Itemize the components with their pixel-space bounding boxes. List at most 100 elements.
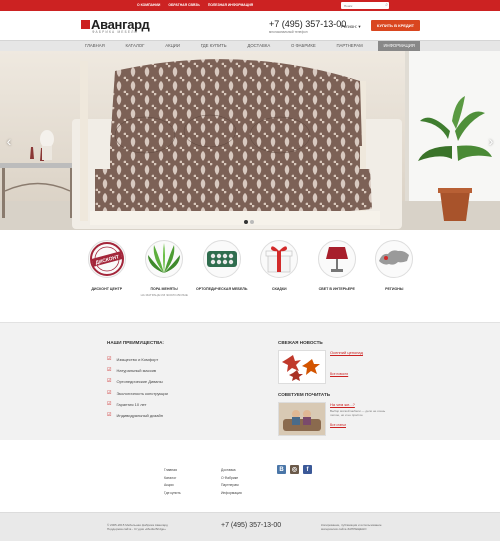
checkbox-icon: ☑ (107, 356, 112, 362)
hero-image (0, 51, 500, 230)
vk-icon[interactable]: В (277, 465, 286, 474)
search-box: ⌕ (341, 2, 389, 9)
nav-item[interactable]: АКЦИИ (160, 41, 185, 51)
search-icon[interactable]: ⌕ (385, 2, 388, 9)
category-label: ДИСКОНТ ЦЕНТР (91, 287, 123, 291)
footer-link[interactable]: Информация (221, 490, 242, 498)
footer-link[interactable]: О Фабрике (221, 475, 242, 483)
all-news-link[interactable]: Все новости (330, 372, 363, 376)
discount-stamp-icon: ДИСКОНТ (87, 240, 126, 278)
slider-dot[interactable] (244, 220, 248, 224)
nav-item[interactable]: ПАРТНЕРАМ (331, 41, 367, 51)
footer-link[interactable]: Доставка (221, 467, 242, 475)
footer-link[interactable]: Каталог (164, 475, 181, 483)
social-links: В ◎ f (277, 465, 312, 474)
category-discounts[interactable]: СКИДКИ (251, 240, 309, 312)
copy-notice-line-2: материалов сайта ЗАПРЕЩЕНО (321, 527, 367, 531)
footer-link[interactable]: Главная (164, 467, 181, 475)
mattress-coil-icon (202, 240, 241, 278)
category-label: ОРТОПЕДИЧЕСКАЯ МЕБЕЛЬ (195, 287, 248, 291)
lamp-icon (317, 240, 356, 278)
region-label: Регион: (341, 24, 358, 29)
footer-link[interactable]: Акции (164, 482, 181, 490)
nav-item[interactable]: ИНФОРМАЦИЯ (378, 41, 420, 51)
category-lighting[interactable]: СВЕТ В ИНТЕРЬЕРЕ (308, 240, 366, 312)
checkbox-icon: ☑ (107, 400, 112, 407)
nav-item[interactable]: О ФАБРИКЕ (286, 41, 321, 51)
slider-prev-button[interactable]: ‹ (4, 133, 14, 149)
advantages-title: НАШИ ПРЕИМУЩЕСТВА: (107, 340, 164, 345)
category-discount[interactable]: ДИСКОНТ ДИСКОНТ ЦЕНТР (78, 240, 136, 312)
advantages-block: НАШИ ПРЕИМУЩЕСТВА: ☑ Изящество и Комфорт ☑… (107, 340, 168, 424)
slider-dots (244, 220, 254, 224)
news-block: СВЕЖАЯ НОВОСТЬ Осенний ценопад Все новос… (278, 340, 398, 436)
info-section (0, 322, 500, 440)
footer-col-2: Доставка О Фабрике Партнерам Информация (221, 467, 242, 497)
all-articles-link[interactable]: Все статьи (330, 423, 396, 427)
region-selector[interactable]: Регион: ▾ (341, 24, 361, 30)
slider-dot[interactable] (250, 220, 254, 224)
news-title: СВЕЖАЯ НОВОСТЬ (278, 340, 323, 345)
category-label: СВЕТ В ИНТЕРЬЕРЕ (318, 287, 355, 291)
buy-on-credit-button[interactable]: КУПИТЬ В КРЕДИТ (371, 20, 420, 31)
checkbox-icon: ☑ (107, 367, 112, 374)
logo-subtitle: ФАБРИКА МЕБЕЛИ (92, 30, 139, 34)
phone-caption: многоканальный телефон (269, 30, 308, 34)
nav-item[interactable]: ДОСТАВКА (242, 41, 275, 51)
category-regions[interactable]: РЕГИОНЫ (366, 240, 424, 312)
chevron-down-icon: ▾ (358, 24, 361, 29)
advantage-text: Натуральный массив (116, 368, 156, 374)
reading-title: СОВЕТУЕМ ПОЧИТАТЬ (278, 392, 331, 397)
facebook-icon[interactable]: f (303, 465, 312, 474)
category-orthopedic[interactable]: ОРТОПЕДИЧЕСКАЯ МЕБЕЛЬ (193, 240, 251, 312)
advantage-item: ☑ Гарантия 10 лет (107, 400, 168, 413)
footer-nav: Главная Каталог Акции Где купить Доставка О … (0, 440, 500, 512)
advantage-text: Изящество и Комфорт (116, 357, 159, 362)
hero-slider: ‹ › (0, 51, 500, 230)
aloe-leaf-icon (145, 240, 184, 278)
reading-thumbnail[interactable] (278, 402, 326, 436)
advantage-item: ☑ Ортопедические Диваны (107, 379, 168, 390)
advantage-item: ☑ Индивидуальный дизайн (107, 412, 168, 424)
footer-col-1: Главная Каталог Акции Где купить (164, 467, 181, 497)
nav-item[interactable]: КАТАЛОГ (120, 41, 149, 51)
slider-next-button[interactable]: › (486, 133, 496, 149)
reading-item-title[interactable]: На чем же...? (330, 402, 396, 407)
russia-map-icon (375, 240, 414, 278)
category-label: СКИДКИ (271, 287, 287, 291)
category-time-to-change[interactable]: ПОРА МЕНЯТЬ! НА МАТРАЦЫ ИЗ ЭКОЛО-ВОЛНЕ (136, 240, 194, 312)
news-item: Осенний ценопад Все новости (278, 350, 398, 384)
news-thumbnail[interactable] (278, 350, 326, 384)
copyright-line-2[interactable]: Поддержка сайта - Студия «Media Bridge» (107, 527, 168, 531)
top-link-about[interactable]: О КОМПАНИИ (137, 3, 160, 7)
reading-item-desc: Выбор мягкой мебели — дело не очень легк… (330, 409, 386, 417)
logo[interactable]: Авангард ФАБРИКА МЕБЕЛИ (81, 17, 151, 35)
top-bar: О КОМПАНИИ ОБРАТНАЯ СВЯЗЬ ПОЛЕЗНАЯ ИНФОР… (0, 0, 500, 11)
main-nav-items: ГЛАВНАЯ КАТАЛОГ АКЦИИ ГДЕ КУПИТЬ ДОСТАВКА О Ф… (80, 41, 420, 51)
category-label: ПОРА МЕНЯТЬ! (150, 287, 179, 291)
logo-mark-icon (81, 20, 90, 29)
top-link-feedback[interactable]: ОБРАТНАЯ СВЯЗЬ (168, 3, 199, 7)
category-label: РЕГИОНЫ (385, 287, 404, 291)
news-item-title[interactable]: Осенний ценопад (330, 350, 363, 355)
top-link-info[interactable]: ПОЛЕЗНАЯ ИНФОРМАЦИЯ (208, 3, 253, 7)
top-links: О КОМПАНИИ ОБРАТНАЯ СВЯЗЬ ПОЛЕЗНАЯ ИНФОР… (137, 3, 253, 7)
gift-box-icon (260, 240, 299, 278)
nav-item[interactable]: ГДЕ КУПИТЬ (196, 41, 232, 51)
search-input[interactable] (341, 2, 381, 9)
advantage-text: Ортопедические Диваны (116, 379, 163, 385)
main-nav: ГЛАВНАЯ КАТАЛОГ АКЦИИ ГДЕ КУПИТЬ ДОСТАВКА О Ф… (0, 40, 500, 51)
advantage-text: Экологичность конструкции (116, 390, 168, 396)
footer-phone: +7 (495) 357-13-00 (221, 522, 282, 529)
category-row: ДИСКОНТ ДИСКОНТ ЦЕНТР ПОРА МЕНЯТЬ! НА МА… (78, 240, 423, 312)
phone-number: +7 (495) 357-13-00 (269, 19, 347, 29)
reading-item: На чем же...? Выбор мягкой мебели — дело… (278, 402, 398, 436)
checkbox-icon: ☑ (107, 378, 112, 385)
instagram-icon[interactable]: ◎ (290, 465, 299, 474)
header-phone: +7 (495) 357-13-00 многоканальный телефо… (269, 19, 346, 34)
advantage-item: ☑ Натуральный массив (107, 368, 168, 379)
category-sublabel: НА МАТРАЦЫ ИЗ ЭКОЛО-ВОЛНЕ (140, 293, 188, 297)
footer-link[interactable]: Где купить (164, 490, 181, 498)
nav-item[interactable]: ГЛАВНАЯ (80, 41, 110, 51)
footer-link[interactable]: Партнерам (221, 482, 242, 490)
